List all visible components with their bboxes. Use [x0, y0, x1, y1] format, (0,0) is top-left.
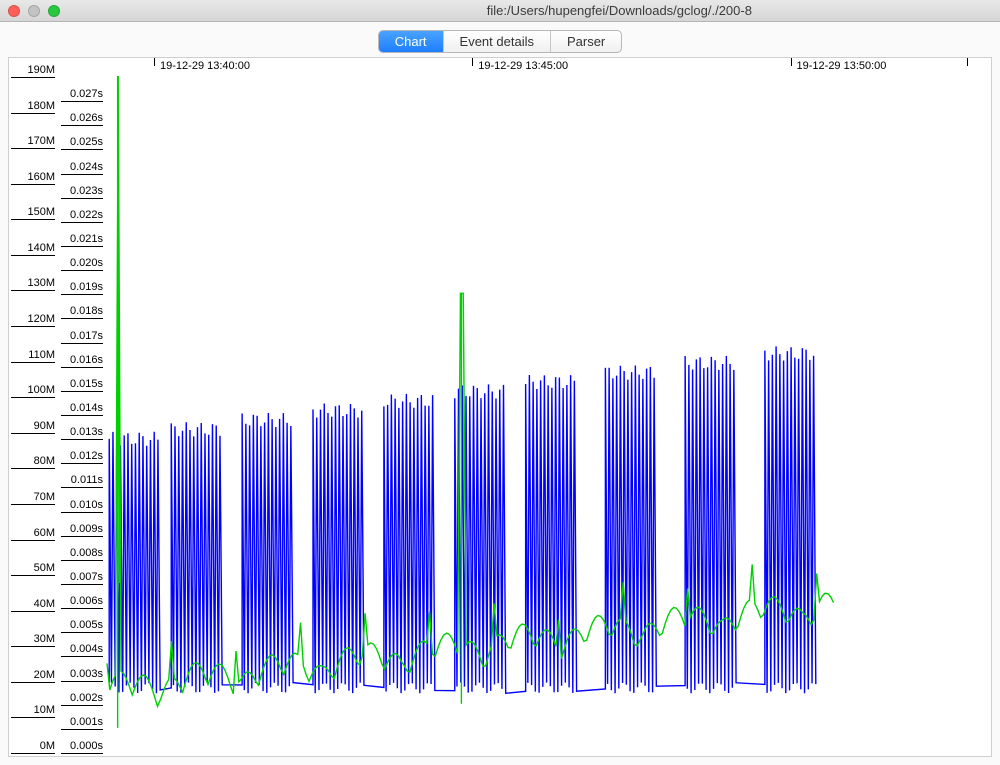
y-sec-tick: 0.006s: [61, 596, 103, 609]
tab-parser[interactable]: Parser: [551, 31, 621, 52]
y-sec-tick: 0.019s: [61, 282, 103, 295]
y-sec-tick: 0.003s: [61, 669, 103, 682]
x-axis-top: 19-12-29 13:40:00 19-12-29 13:45:00 19-12-…: [107, 58, 991, 76]
y-sec-tick: 0.012s: [61, 451, 103, 464]
y-sec-tick: 0.017s: [61, 331, 103, 344]
y-mem-tick: 190M: [11, 65, 55, 78]
y-mem-tick: 70M: [11, 492, 55, 505]
x-tick: 19-12-29 13:40:00: [160, 60, 250, 72]
y-sec-tick: 0.001s: [61, 717, 103, 730]
close-icon[interactable]: [8, 5, 20, 17]
y-sec-tick: 0.008s: [61, 548, 103, 561]
view-switcher: Chart Event details Parser: [0, 30, 1000, 53]
y-mem-tick: 20M: [11, 670, 55, 683]
y-sec-tick: 0.015s: [61, 379, 103, 392]
titlebar: file:/Users/hupengfei/Downloads/gclog/./…: [0, 0, 1000, 22]
x-tick: 19-12-29 13:50:00: [797, 60, 887, 72]
y-mem-tick: 140M: [11, 243, 55, 256]
y-sec-tick: 0.018s: [61, 306, 103, 319]
y-mem-tick: 50M: [11, 563, 55, 576]
y-sec-tick: 0.021s: [61, 234, 103, 247]
y-sec-tick: 0.000s: [61, 741, 103, 754]
y-mem-tick: 100M: [11, 385, 55, 398]
y-mem-tick: 170M: [11, 136, 55, 149]
y-sec-tick: 0.013s: [61, 427, 103, 440]
y-sec-tick: 0.025s: [61, 137, 103, 150]
y-mem-tick: 10M: [11, 705, 55, 718]
tab-chart[interactable]: Chart: [379, 31, 444, 52]
app-body: Chart Event details Parser 190M180M170M1…: [0, 22, 1000, 765]
y-sec-tick: 0.002s: [61, 693, 103, 706]
y-sec-tick: 0.011s: [61, 475, 103, 488]
y-mem-tick: 110M: [11, 350, 55, 363]
x-tick: 19-12-29 13:45:00: [478, 60, 568, 72]
y-sec-tick: 0.020s: [61, 258, 103, 271]
y-sec-tick: 0.005s: [61, 620, 103, 633]
maximize-icon[interactable]: [48, 5, 60, 17]
chart-plot: [107, 76, 992, 752]
y-mem-tick: 60M: [11, 528, 55, 541]
series-heap-used: [109, 346, 816, 693]
y-axis-left: 190M 180M 170M 160M 150M 140M 130M 120M 110M 100M…: [9, 58, 107, 756]
y-sec-tick: 0.027s: [61, 89, 103, 102]
y-sec-tick: 0.024s: [61, 162, 103, 175]
y-sec-tick: 0.026s: [61, 113, 103, 126]
y-sec-tick: 0.007s: [61, 572, 103, 585]
traffic-lights: [0, 5, 60, 17]
y-sec-tick: 0.022s: [61, 210, 103, 223]
y-mem-tick: 30M: [11, 634, 55, 647]
chart-area[interactable]: 190M 180M 170M 160M 150M 140M 130M 120M 110M 100M…: [8, 57, 992, 757]
y-mem-tick: 120M: [11, 314, 55, 327]
y-mem-tick: 160M: [11, 172, 55, 185]
y-mem-tick: 40M: [11, 599, 55, 612]
y-sec-tick: 0.009s: [61, 524, 103, 537]
y-sec-tick: 0.004s: [61, 644, 103, 657]
y-mem-tick: 130M: [11, 278, 55, 291]
y-mem-tick: 0M: [11, 741, 55, 754]
y-mem-tick: 80M: [11, 456, 55, 469]
y-sec-tick: 0.023s: [61, 186, 103, 199]
y-sec-tick: 0.014s: [61, 403, 103, 416]
y-sec-tick: 0.016s: [61, 355, 103, 368]
y-sec-tick: 0.010s: [61, 500, 103, 513]
y-mem-tick: 180M: [11, 101, 55, 114]
tab-event-details[interactable]: Event details: [444, 31, 551, 52]
minimize-icon[interactable]: [28, 5, 40, 17]
segmented-control: Chart Event details Parser: [378, 30, 623, 53]
y-mem-tick: 150M: [11, 207, 55, 220]
window-title: file:/Users/hupengfei/Downloads/gclog/./…: [487, 3, 752, 18]
y-mem-tick: 90M: [11, 421, 55, 434]
